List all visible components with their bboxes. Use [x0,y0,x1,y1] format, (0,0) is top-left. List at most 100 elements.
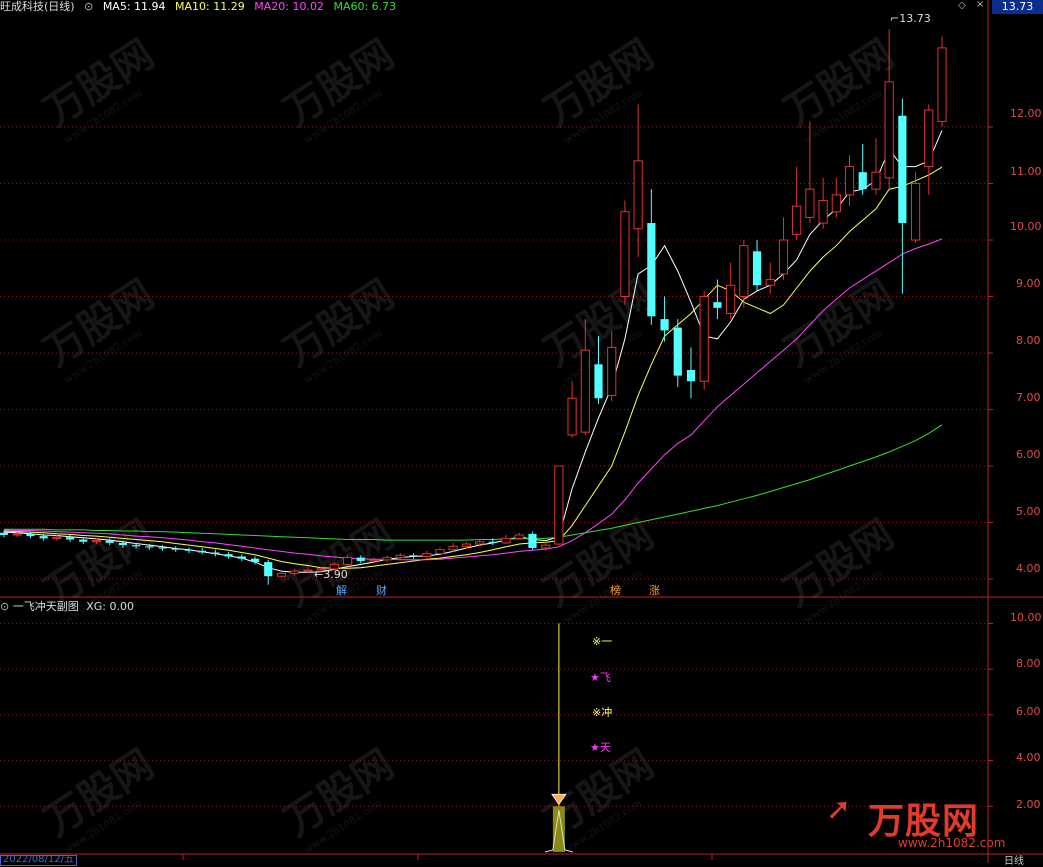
candle [461,543,471,547]
candle [303,569,313,572]
candle [171,548,180,550]
candle [237,556,246,559]
stock-title: 旺成科技(日线) [0,0,75,13]
candle [488,541,497,543]
candle [620,211,630,298]
candle [594,364,603,399]
brand-logo: ➚ 万股网 www.2h1082.com [826,792,1005,850]
price-tick: 9.00 [1016,277,1041,290]
event-marker-bang[interactable]: 榜 [610,582,621,598]
candle [580,349,590,433]
candle [660,319,669,331]
event-marker-cai[interactable]: 财 [376,582,387,598]
candle [514,534,524,539]
ma-line-ma10 [3,166,943,569]
candle [858,172,867,190]
candle [541,544,551,549]
candle [924,109,934,168]
indicator-title: 一飞冲天副图 [12,600,79,613]
candle [145,546,154,548]
candle [752,251,762,286]
candle [871,171,881,190]
candle [818,199,828,224]
ma-line-ma20 [3,238,943,561]
candle [673,327,682,376]
ma-toggle-icon[interactable]: ⊙ [84,0,93,13]
candle [567,397,577,436]
candle [713,302,722,308]
candle [105,540,114,543]
candle [395,554,405,559]
price-tick: 5.00 [1016,505,1041,518]
candle [528,533,537,548]
candle [699,296,709,382]
candle [831,194,841,213]
high-price-label: ⌐13.73 [890,12,931,25]
candle [475,541,485,545]
candle [607,346,617,396]
indicator-toggle-icon[interactable]: ⊙ [0,600,9,613]
candle [739,245,749,298]
candle [211,552,220,555]
indicator-tick: 8.00 [1016,657,1041,670]
candle [647,223,656,317]
candle [79,539,88,542]
candle [633,160,643,230]
candle [805,188,815,218]
price-tick: 10.00 [1010,220,1042,233]
event-marker-jie[interactable]: 解 [336,582,347,598]
logo-arrow-icon: ➚ [826,792,852,827]
candle [937,47,947,122]
close-icon[interactable]: × [976,0,984,10]
stock-chart[interactable] [0,0,1043,863]
signal-tian: ★天 [590,741,611,754]
ma60-label: MA60: 6.73 [333,0,397,13]
period-label[interactable]: 日线 [1004,852,1024,867]
ma5-label: MA5: 11.94 [102,0,166,13]
candle [12,533,22,536]
indicator-header: ⊙ 一飞冲天副图 XG: 0.00 [0,598,134,614]
candle [778,239,789,275]
logo-url: www.2h1082.com [898,836,1006,850]
candle [369,559,379,562]
candle [132,545,141,547]
candle [264,562,273,577]
candle [52,536,62,539]
candle [898,115,907,224]
candle [448,545,458,551]
candle [224,554,233,557]
candle [501,537,511,544]
indicator-tick: 4.00 [1016,751,1041,764]
candle [91,540,102,543]
diamond-icon[interactable]: ◇ [958,0,966,11]
price-tick: 8.00 [1016,334,1041,347]
candle [554,465,564,545]
candle [765,279,775,286]
candle [118,542,127,546]
chart-header: 旺成科技(日线) ⊙ MA5: 11.94 MA10: 11.29 MA20: … [0,0,402,13]
ma-line-ma5 [3,130,943,573]
candle [0,532,9,535]
current-price-badge: 13.73 [992,0,1043,14]
signal-yi: ※一 [592,635,613,648]
candle [422,553,432,557]
candle [382,557,392,561]
price-tick: 4.00 [1016,562,1041,575]
candle [65,537,75,540]
price-tick: 6.00 [1016,448,1041,461]
candle [884,81,894,179]
candle [356,557,365,561]
candle [726,284,736,314]
indicator-value: XG: 0.00 [86,600,134,613]
candle [39,536,48,539]
candle [184,549,194,551]
candle [342,557,353,565]
indicator-tick: 10.00 [1010,611,1042,624]
candle [910,183,921,241]
candle [290,570,300,574]
candle [686,369,696,382]
candle [158,547,167,549]
candle [792,205,802,235]
event-marker-zhang[interactable]: 涨 [649,582,660,598]
price-tick: 11.00 [1010,165,1042,178]
